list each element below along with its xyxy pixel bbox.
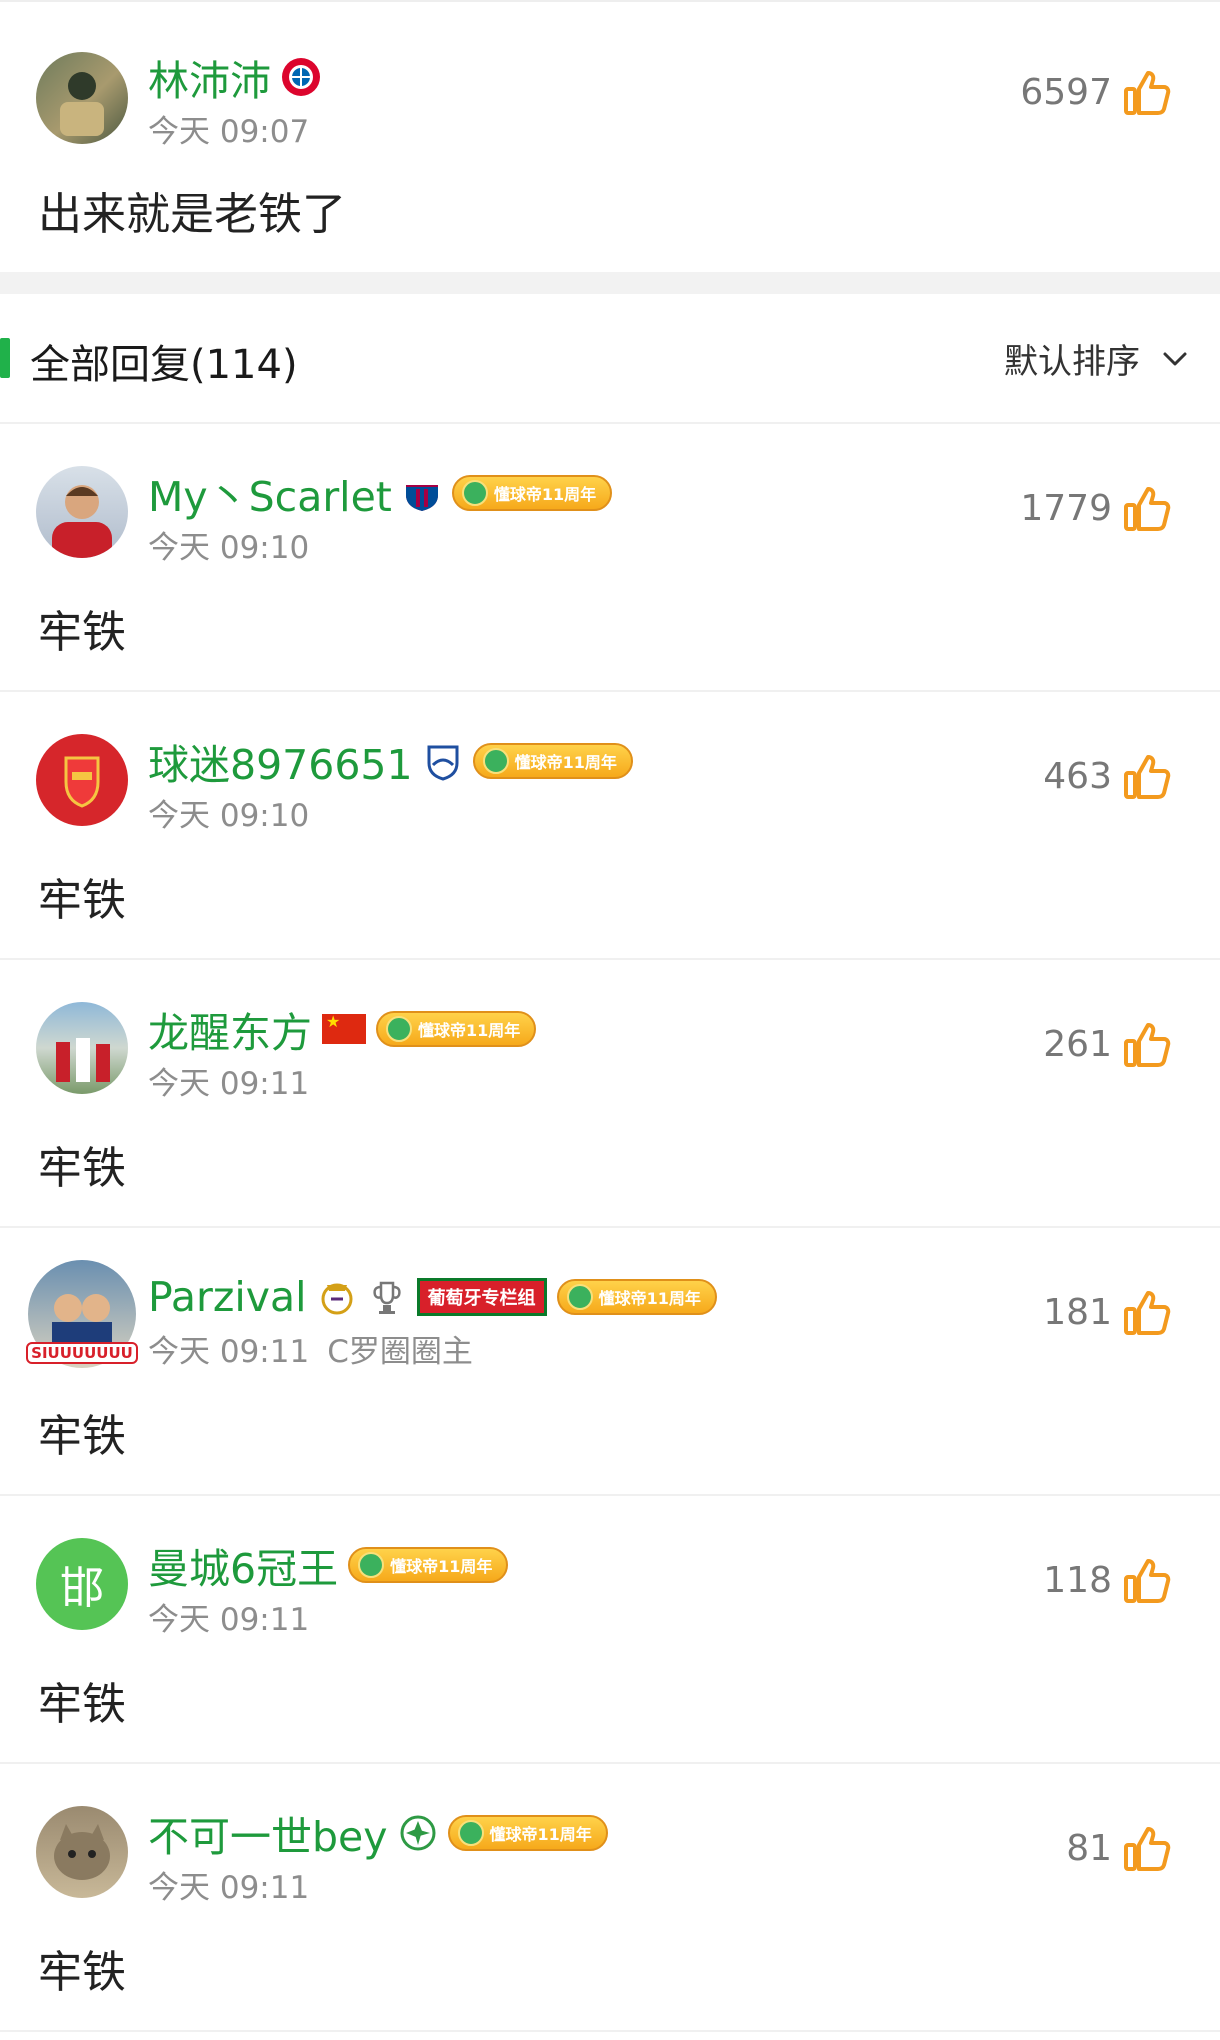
timestamp: 今天 09:11 bbox=[148, 1870, 310, 1906]
trophy-icon bbox=[372, 1281, 401, 1314]
comment-content: 牢铁 bbox=[38, 1947, 126, 1998]
section-divider bbox=[0, 272, 1220, 294]
like-count: 1779 bbox=[1020, 487, 1112, 529]
reply-item: My丶Scarlet 懂球帝11周年 今天 09:10 1779 牢铁 bbox=[0, 424, 1220, 692]
username[interactable]: My丶Scarlet bbox=[148, 463, 392, 523]
like-button[interactable]: 181 bbox=[1043, 1284, 1172, 1340]
top-comment-card: 林沛沛 今天 09:07 6597 出来就是老铁了 bbox=[0, 0, 1220, 272]
sort-dropdown[interactable]: 默认排序 bbox=[1004, 334, 1190, 383]
medal-icon bbox=[457, 1820, 484, 1846]
username[interactable]: 龙醒东方 bbox=[148, 999, 312, 1059]
comment-content: 出来就是老铁了 bbox=[38, 189, 346, 240]
accent-bar bbox=[0, 338, 10, 378]
medal-icon bbox=[566, 1284, 593, 1310]
name-line: Parzival 葡萄牙专栏组 懂球帝11周年 bbox=[148, 1272, 717, 1322]
thumbs-up-icon bbox=[1124, 487, 1171, 531]
timestamp: 今天 09:10 bbox=[148, 530, 310, 566]
real-madrid-club-icon bbox=[321, 1283, 353, 1315]
timestamp: 今天 09:10 bbox=[148, 798, 310, 834]
comment-content: 牢铁 bbox=[38, 607, 126, 658]
timestamp: 今天 09:11 bbox=[148, 1066, 310, 1102]
thumbs-up-icon bbox=[1124, 755, 1171, 799]
username[interactable]: 不可一世bey bbox=[148, 1803, 388, 1863]
username[interactable]: 球迷8976651 bbox=[148, 731, 413, 791]
comment-content: 牢铁 bbox=[38, 1679, 126, 1730]
avatar-caption: SIUUUUUUU bbox=[26, 1342, 138, 1364]
name-line: 不可一世bey 懂球帝11周年 bbox=[148, 1808, 608, 1861]
replies-header: 全部回复(114) 默认排序 bbox=[0, 294, 1220, 424]
reply-item: SIUUUUUUU Parzival 葡萄牙专栏组 懂球帝11周年 今天 09:… bbox=[0, 1228, 1220, 1496]
timestamp: 今天 09:11 bbox=[148, 1602, 310, 1638]
reply-item: 不可一世bey 懂球帝11周年 今天 09:11 81 牢铁 bbox=[0, 1764, 1220, 2032]
like-count: 6597 bbox=[1020, 71, 1112, 113]
medal-icon bbox=[358, 1552, 385, 1578]
like-count: 81 bbox=[1066, 1827, 1112, 1869]
medal-icon bbox=[461, 480, 488, 506]
chevron-down-icon bbox=[1163, 352, 1187, 365]
china-flag-icon bbox=[322, 1012, 366, 1044]
like-button[interactable]: 261 bbox=[1043, 1016, 1172, 1072]
medal-icon bbox=[386, 1016, 412, 1042]
like-count: 118 bbox=[1043, 1559, 1112, 1601]
thumbs-up-icon bbox=[1124, 71, 1171, 115]
username[interactable]: 曼城6冠王 bbox=[148, 1535, 338, 1595]
username[interactable]: 林沛沛 bbox=[148, 47, 271, 107]
sort-label: 默认排序 bbox=[1004, 342, 1140, 382]
like-count: 261 bbox=[1043, 1023, 1112, 1065]
thumbs-up-icon bbox=[1124, 1827, 1171, 1871]
like-count: 463 bbox=[1043, 755, 1112, 797]
avatar[interactable]: 邯 bbox=[36, 1538, 128, 1630]
name-line: 林沛沛 bbox=[148, 52, 321, 105]
avatar[interactable] bbox=[36, 1806, 128, 1898]
avatar[interactable] bbox=[36, 52, 128, 144]
like-button[interactable]: 118 bbox=[1043, 1552, 1172, 1608]
user-title: C罗圈圈主 bbox=[327, 1334, 473, 1370]
like-count: 181 bbox=[1043, 1291, 1112, 1333]
like-button[interactable]: 1779 bbox=[1020, 480, 1172, 536]
comment-content: 牢铁 bbox=[38, 1411, 126, 1462]
name-line: 曼城6冠王 懂球帝11周年 bbox=[148, 1540, 509, 1593]
name-line: My丶Scarlet 懂球帝11周年 bbox=[148, 468, 613, 521]
anniversary-badge: 懂球帝11周年 bbox=[556, 1279, 717, 1315]
club-crest-icon bbox=[400, 1815, 436, 1851]
anniversary-badge: 懂球帝11周年 bbox=[451, 475, 613, 511]
timestamp: 今天 09:11 C罗圈圈主 bbox=[148, 1334, 473, 1370]
anniversary-badge: 懂球帝11周年 bbox=[376, 1011, 537, 1047]
anniversary-badge: 懂球帝11周年 bbox=[472, 743, 633, 779]
reply-item: 邯 曼城6冠王 懂球帝11周年 今天 09:11 118 牢铁 bbox=[0, 1496, 1220, 1764]
avatar[interactable] bbox=[36, 466, 128, 558]
thumbs-up-icon bbox=[1124, 1559, 1171, 1603]
avatar[interactable] bbox=[36, 734, 128, 826]
bayern-club-icon bbox=[282, 58, 320, 96]
club-crest-icon bbox=[427, 745, 459, 781]
timestamp: 今天 09:07 bbox=[148, 114, 310, 150]
comment-content: 牢铁 bbox=[38, 1143, 126, 1194]
anniversary-badge: 懂球帝11周年 bbox=[348, 1547, 509, 1583]
barcelona-club-icon bbox=[405, 477, 438, 511]
username[interactable]: Parzival bbox=[148, 1273, 307, 1321]
replies-title: 全部回复(114) bbox=[30, 342, 298, 388]
comment-content: 牢铁 bbox=[38, 875, 126, 926]
like-button[interactable]: 6597 bbox=[1020, 64, 1172, 120]
name-line: 龙醒东方 懂球帝11周年 bbox=[148, 1004, 537, 1057]
like-button[interactable]: 463 bbox=[1043, 748, 1172, 804]
avatar[interactable] bbox=[36, 1002, 128, 1094]
reply-item: 龙醒东方 懂球帝11周年 今天 09:11 261 牢铁 bbox=[0, 960, 1220, 1228]
thumbs-up-icon bbox=[1124, 1023, 1171, 1067]
name-line: 球迷8976651 懂球帝11周年 bbox=[148, 736, 633, 789]
reply-item: 球迷8976651 懂球帝11周年 今天 09:10 463 牢铁 bbox=[0, 692, 1220, 960]
anniversary-badge: 懂球帝11周年 bbox=[447, 1815, 608, 1851]
thumbs-up-icon bbox=[1124, 1291, 1171, 1335]
medal-icon bbox=[482, 748, 509, 774]
like-button[interactable]: 81 bbox=[1066, 1820, 1172, 1876]
group-badge: 葡萄牙专栏组 bbox=[416, 1278, 547, 1316]
